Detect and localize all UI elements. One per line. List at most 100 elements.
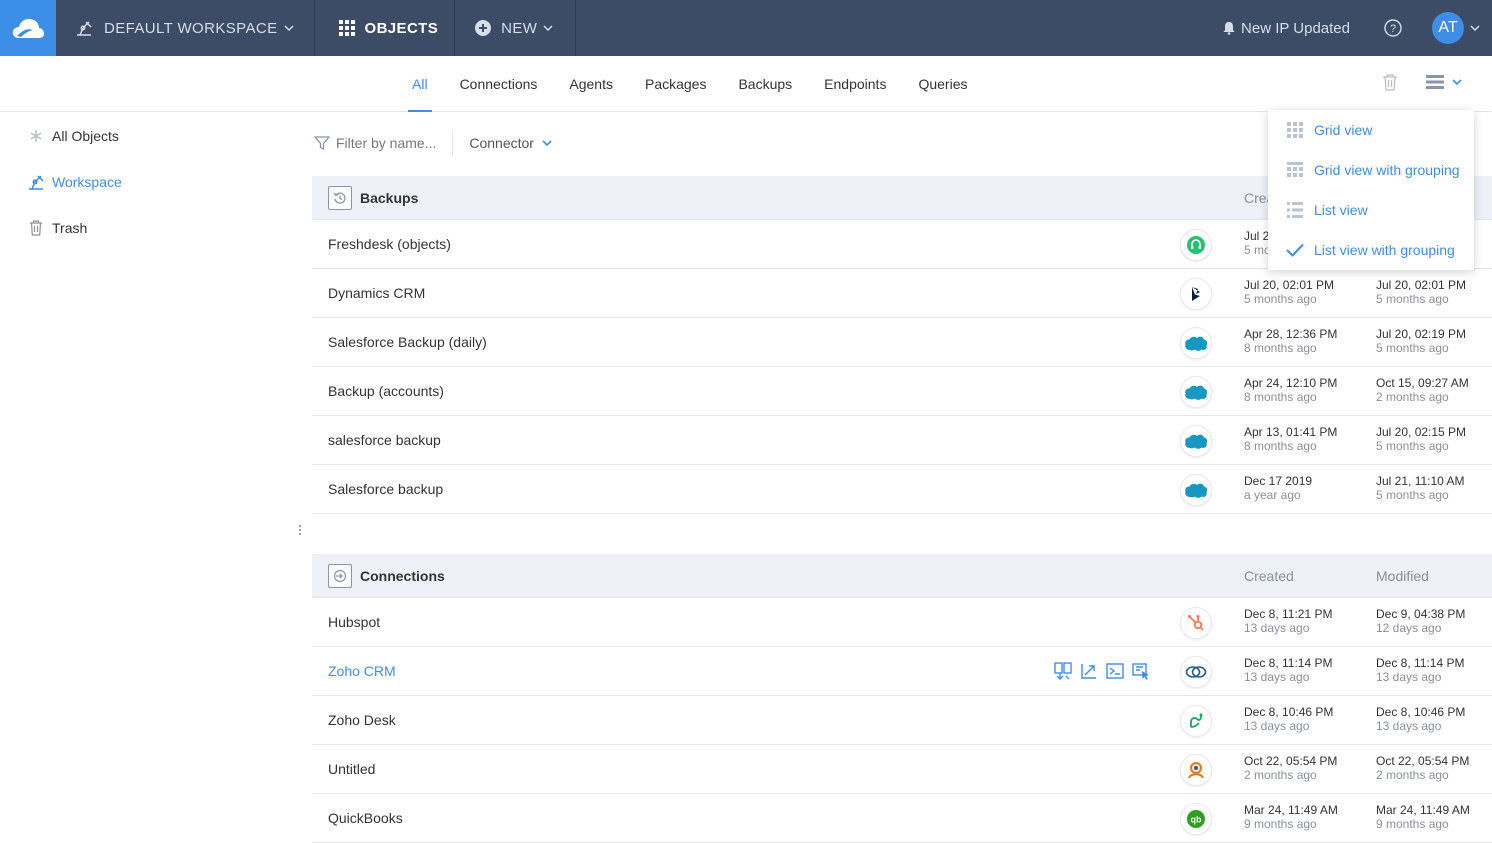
row-name[interactable]: Zoho Desk bbox=[328, 712, 396, 728]
table-row[interactable]: Zoho CRM Dec 8, 11:14 PM 13 days ago Dec … bbox=[312, 647, 1492, 696]
created-date: Apr 24, 12:10 PM 8 months ago bbox=[1244, 376, 1338, 404]
asterisk-icon bbox=[26, 130, 46, 142]
modified-date: Jul 20, 02:15 PM 5 months ago bbox=[1376, 425, 1467, 453]
list-icon bbox=[1286, 202, 1304, 218]
column-modified-header[interactable]: Modified bbox=[1376, 568, 1429, 584]
menu-item-list-view-grouping[interactable]: List view with grouping bbox=[1268, 230, 1474, 270]
trash-icon bbox=[26, 220, 46, 236]
row-name[interactable]: Freshdesk (objects) bbox=[328, 236, 451, 252]
row-name[interactable]: Untitled bbox=[328, 761, 375, 777]
created-date: Oct 22, 05:54 PM 2 months ago bbox=[1244, 754, 1338, 782]
created-date: Jul 20, 02:01 PM 5 months ago bbox=[1244, 278, 1335, 306]
tab-all[interactable]: All bbox=[396, 56, 444, 112]
object-tabs: All Connections Agents Packages Backups … bbox=[396, 56, 983, 112]
grid-grouping-icon bbox=[1286, 162, 1304, 178]
created-date: Mar 24, 11:49 AM 9 months ago bbox=[1244, 803, 1338, 831]
table-row[interactable]: Untitled Oct 22, 05:54 PM 2 months ago Oc… bbox=[312, 745, 1492, 794]
help-icon[interactable]: ? bbox=[1384, 19, 1402, 37]
bell-icon bbox=[1223, 21, 1235, 35]
replicate-icon[interactable] bbox=[1054, 662, 1072, 680]
import-export-icon[interactable] bbox=[1080, 662, 1098, 680]
connection-login-icon bbox=[328, 563, 352, 588]
quickbooks-logo-icon: qb bbox=[1180, 803, 1212, 835]
view-tools bbox=[1382, 73, 1462, 91]
new-label: NEW bbox=[501, 19, 538, 37]
avatar[interactable]: AT bbox=[1432, 12, 1464, 44]
dynamics-logo-icon bbox=[1180, 278, 1212, 310]
sidebar-item-trash[interactable]: Trash bbox=[0, 205, 300, 251]
table-row[interactable]: Dynamics CRM Jul 20, 02:01 PM 5 months ag… bbox=[312, 269, 1492, 318]
tab-connections[interactable]: Connections bbox=[444, 56, 554, 112]
new-menu[interactable]: NEW bbox=[455, 0, 577, 56]
modified-date: Jul 20, 02:01 PM 5 months ago bbox=[1376, 278, 1467, 306]
group-header: Connections Created Modified bbox=[312, 554, 1492, 598]
funnel-icon bbox=[314, 135, 330, 151]
workspace-icon bbox=[74, 18, 94, 38]
group-title: Backups bbox=[360, 189, 419, 206]
table-row[interactable]: QuickBooks qb Mar 24, 11:49 AM 9 months a… bbox=[312, 794, 1492, 843]
menu-item-label: List view with grouping bbox=[1314, 242, 1455, 258]
panel-resize-handle[interactable] bbox=[299, 524, 301, 536]
row-name[interactable]: Zoho CRM bbox=[328, 663, 396, 679]
created-date: Apr 13, 01:41 PM 8 months ago bbox=[1244, 425, 1338, 453]
tab-backups[interactable]: Backups bbox=[722, 56, 808, 112]
sidebar-item-all-objects[interactable]: All Objects bbox=[0, 113, 300, 159]
notification[interactable]: New IP Updated bbox=[1223, 20, 1350, 37]
list-view-icon bbox=[1426, 75, 1444, 89]
tab-endpoints[interactable]: Endpoints bbox=[808, 56, 902, 112]
sidebar-item-label: Trash bbox=[52, 220, 88, 236]
created-date: Apr 28, 12:36 PM 8 months ago bbox=[1244, 327, 1338, 355]
menu-item-grid-view[interactable]: Grid view bbox=[1268, 110, 1474, 150]
delete-trash-icon[interactable] bbox=[1382, 73, 1398, 91]
modified-date: Oct 22, 05:54 PM 2 months ago bbox=[1376, 754, 1470, 782]
workspace-selector[interactable]: DEFAULT WORKSPACE bbox=[56, 0, 315, 56]
row-name[interactable]: Hubspot bbox=[328, 614, 380, 630]
view-mode-button[interactable] bbox=[1426, 74, 1462, 90]
query-console-icon[interactable] bbox=[1106, 662, 1124, 680]
table-row[interactable]: Salesforce backup Dec 17 2019 a year ago … bbox=[312, 465, 1492, 514]
created-date: Dec 17 2019 a year ago bbox=[1244, 474, 1313, 502]
sidebar-item-label: Workspace bbox=[52, 174, 122, 190]
created-date: Dec 8, 10:46 PM 13 days ago bbox=[1244, 705, 1334, 733]
row-name[interactable]: salesforce backup bbox=[328, 432, 441, 448]
tab-packages[interactable]: Packages bbox=[629, 56, 722, 112]
row-name[interactable]: Salesforce Backup (daily) bbox=[328, 334, 487, 350]
connector-filter-dropdown[interactable]: Connector bbox=[469, 135, 552, 151]
created-date: Dec 8, 11:14 PM 13 days ago bbox=[1244, 656, 1333, 684]
menu-item-list-view[interactable]: List view bbox=[1268, 190, 1474, 230]
menu-item-label: Grid view with grouping bbox=[1314, 162, 1460, 178]
row-name[interactable]: Salesforce backup bbox=[328, 481, 443, 497]
row-name[interactable]: QuickBooks bbox=[328, 810, 403, 826]
row-name[interactable]: Dynamics CRM bbox=[328, 285, 425, 301]
tab-agents[interactable]: Agents bbox=[553, 56, 629, 112]
tab-queries[interactable]: Queries bbox=[902, 56, 983, 112]
salesforce-logo-icon bbox=[1180, 376, 1212, 408]
table-row[interactable]: Salesforce Backup (daily) Apr 28, 12:36 … bbox=[312, 318, 1492, 367]
explore-cursor-icon[interactable] bbox=[1132, 662, 1150, 680]
modified-date: Jul 20, 02:19 PM 5 months ago bbox=[1376, 327, 1467, 355]
created-date: Dec 8, 11:21 PM 13 days ago bbox=[1244, 607, 1333, 635]
chevron-down-icon bbox=[543, 25, 553, 31]
cloud-logo-icon bbox=[12, 19, 44, 38]
menu-item-grid-view-grouping[interactable]: Grid view with grouping bbox=[1268, 150, 1474, 190]
workspace-icon bbox=[26, 172, 46, 192]
table-row[interactable]: Hubspot Dec 8, 11:21 PM 13 days ago Dec 9… bbox=[312, 598, 1492, 647]
sidebar: All Objects Workspace Trash bbox=[0, 113, 300, 251]
chevron-down-icon[interactable] bbox=[1470, 25, 1480, 31]
group-title: Connections bbox=[360, 567, 445, 584]
grid-icon bbox=[1286, 122, 1304, 138]
objects-menu[interactable]: OBJECTS bbox=[315, 0, 456, 56]
row-name[interactable]: Backup (accounts) bbox=[328, 383, 444, 399]
modified-date: Jul 21, 11:10 AM 5 months ago bbox=[1376, 474, 1465, 502]
name-filter-input[interactable]: Filter by name... bbox=[314, 130, 454, 156]
menu-item-label: Grid view bbox=[1314, 122, 1373, 138]
sidebar-item-workspace[interactable]: Workspace bbox=[0, 159, 300, 205]
column-created-header[interactable]: Created bbox=[1244, 568, 1294, 584]
objects-label: OBJECTS bbox=[364, 19, 439, 37]
app-logo[interactable] bbox=[0, 0, 56, 56]
topbar-right: New IP Updated ? AT bbox=[1223, 0, 1492, 56]
table-row[interactable]: Zoho Desk Dec 8, 10:46 PM 13 days ago Dec… bbox=[312, 696, 1492, 745]
table-row[interactable]: Backup (accounts) Apr 24, 12:10 PM 8 mont… bbox=[312, 367, 1492, 416]
check-icon bbox=[1286, 243, 1304, 257]
table-row[interactable]: salesforce backup Apr 13, 01:41 PM 8 mont… bbox=[312, 416, 1492, 465]
